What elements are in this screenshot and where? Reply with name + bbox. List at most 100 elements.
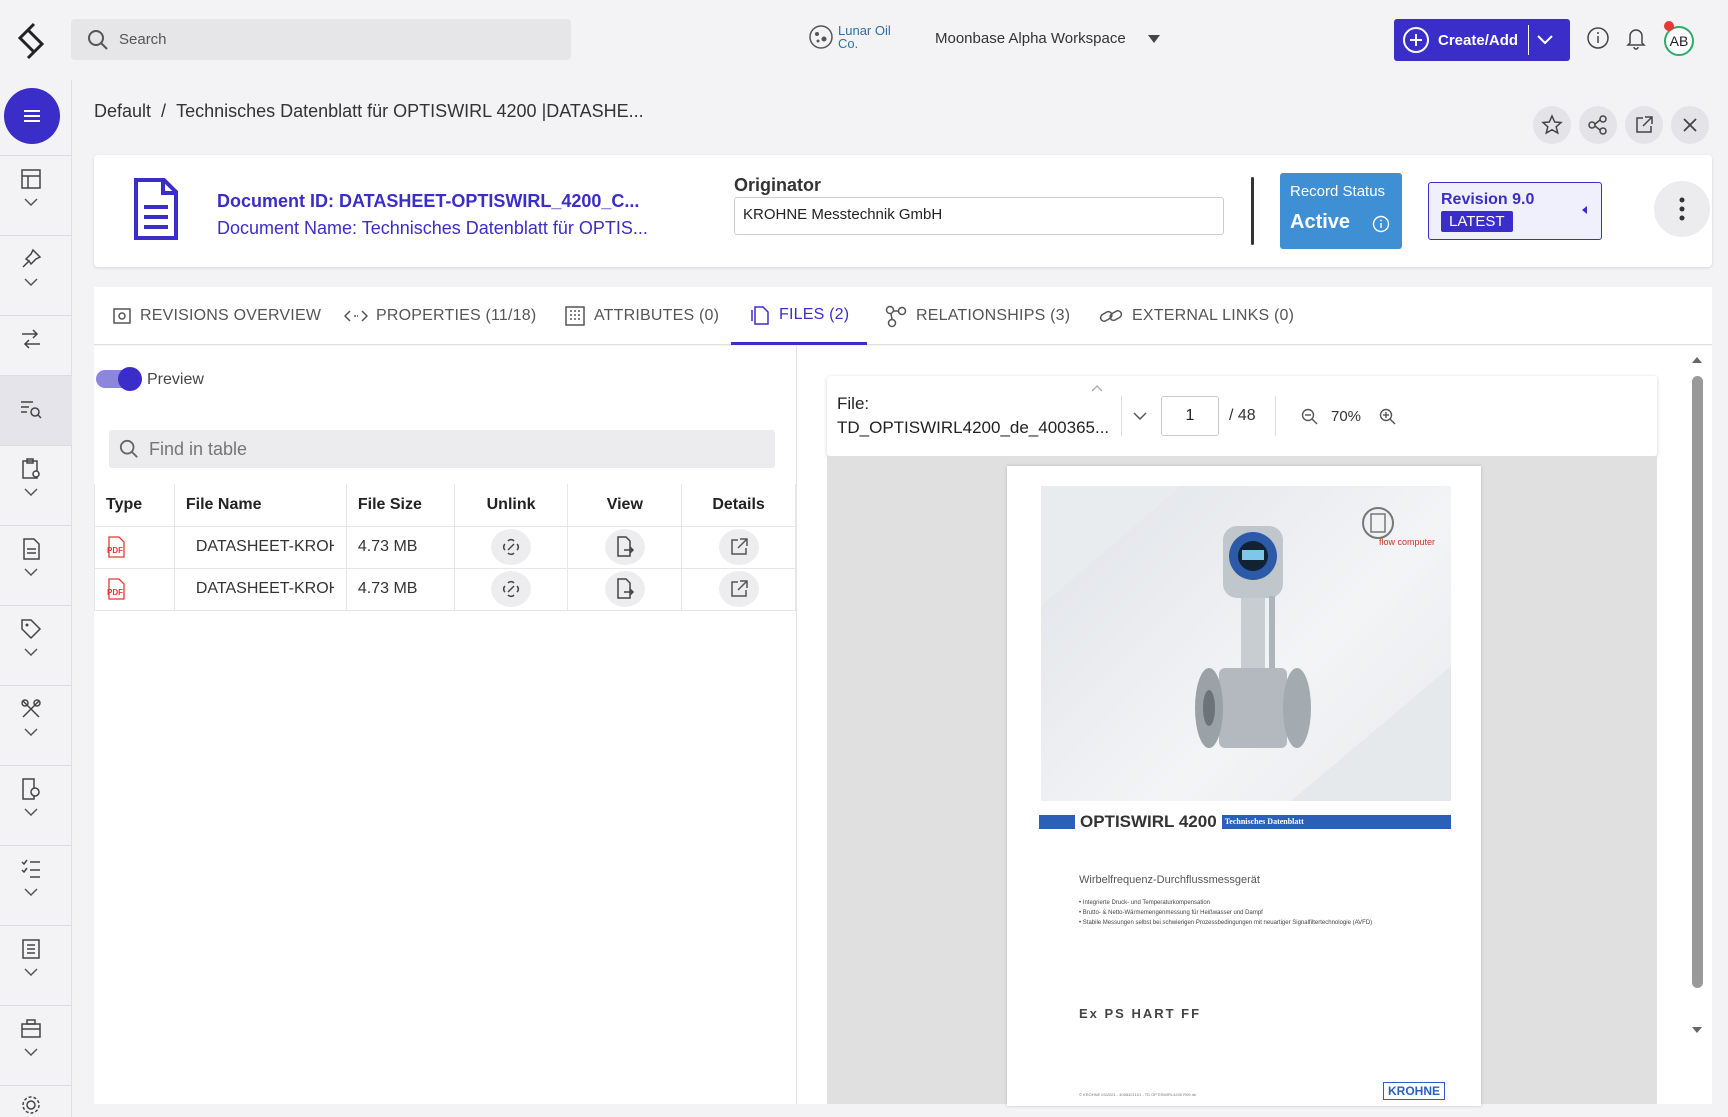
global-search[interactable]: Search [71,19,571,60]
workspace-selector[interactable]: Moonbase Alpha Workspace [935,30,1160,47]
details-button[interactable] [718,571,759,607]
zoom-level: 70% [1331,408,1362,425]
share-button[interactable] [1579,106,1617,144]
bell-icon[interactable] [1624,26,1648,50]
revision-label: Revision 9.0 [1441,191,1535,208]
nav-inventory[interactable] [0,1005,72,1085]
tab-label: EXTERNAL LINKS (0) [1132,307,1295,324]
find-input[interactable] [149,438,709,460]
tab-external-links[interactable]: EXTERNAL LINKS (0) [1098,287,1294,345]
unlink-cell [453,525,569,569]
create-add-label: Create/Add [1438,31,1519,49]
pdf-canvas[interactable]: flow computer OPTISWIRL 4200 Technisches… [827,456,1657,1106]
divider [1121,396,1122,436]
document-icon [134,178,178,240]
app-logo-icon[interactable] [14,20,50,60]
find-in-table[interactable] [109,430,775,468]
page-number-input[interactable]: 1 [1161,396,1219,436]
nav-settings[interactable] [0,1085,72,1117]
column-header-file-name[interactable]: File Name [173,484,347,527]
revisions-icon [113,308,131,324]
nav-workflow[interactable] [0,315,72,375]
nav-reports[interactable] [0,765,72,845]
pdf-title-banner: OPTISWIRL 4200 Technisches Datenblatt [1039,812,1451,831]
pdf-icon: PDF [107,536,125,558]
pdf-banner-label: Technisches Datenblatt [1221,815,1451,829]
nav-tools[interactable] [0,685,72,765]
column-header-type[interactable]: Type [94,484,175,527]
unlink-button[interactable] [491,529,532,565]
nav-pinned[interactable] [0,235,72,315]
chevron-down-icon [24,648,38,656]
tab-properties[interactable]: PROPERTIES (11/18) [344,287,536,345]
column-header-file-size[interactable]: File Size [345,484,455,527]
originator-field[interactable]: KROHNE Messtechnik GmbH [734,197,1224,235]
zoom-out-icon[interactable] [1301,408,1319,426]
caret-down-icon [1147,34,1160,43]
tab-label: REVISIONS OVERVIEW [140,307,322,324]
svg-text:PDF: PDF [107,546,123,555]
breadcrumb-root[interactable]: Default [94,101,151,122]
nav-tasks[interactable] [0,445,72,525]
menu-button[interactable] [4,88,60,144]
workspace-label: Moonbase Alpha Workspace [935,30,1126,47]
nav-dashboard[interactable] [0,155,72,235]
chevron-down-icon[interactable] [1537,35,1553,45]
unlink-button[interactable] [491,571,532,607]
tab-relationships[interactable]: RELATIONSHIPS (3) [884,287,1070,345]
breadcrumb-separator: / [161,101,167,121]
nav-search[interactable] [0,375,72,445]
viewer-toolbar: File: TD_OPTISWIRL4200_de_400365... 1 / … [827,376,1657,456]
document-icon [23,538,40,560]
toggle-knob [118,367,142,391]
pin-icon [22,248,42,268]
nav-tags[interactable] [0,605,72,685]
view-button[interactable] [604,571,645,607]
tab-label: FILES (2) [779,305,850,323]
create-add-button[interactable]: Create/Add [1394,19,1570,61]
chevron-down-icon [24,278,38,286]
avatar-initials: AB [1669,33,1689,49]
clipboard-gear-icon [22,458,40,479]
files-table: Type File Name File Size Unlink View Det… [94,484,796,611]
relationships-icon [885,305,907,328]
chevron-up-icon[interactable] [1091,384,1103,392]
user-avatar[interactable]: AB [1664,21,1694,56]
zoom-in-icon[interactable] [1379,408,1397,426]
favorite-button[interactable] [1533,106,1571,144]
preview-toggle[interactable] [96,367,142,391]
chevron-down-icon[interactable] [1133,412,1147,420]
view-button[interactable] [604,529,645,565]
divider [1251,177,1254,245]
tab-attributes[interactable]: ATTRIBUTES (0) [564,287,719,345]
revision-selector[interactable]: Revision 9.0 LATEST [1428,182,1602,240]
details-button[interactable] [718,529,759,565]
scroll-up-icon[interactable] [1691,356,1703,364]
pdf-bullet: • Brutto- & Netto-Wärmemengenmessung für… [1079,910,1263,916]
file-name: DATASHEET-KROH [195,580,334,597]
search-icon [119,439,138,458]
nav-checklists[interactable] [0,845,72,925]
nav-lists[interactable] [0,925,72,1005]
scroll-down-icon[interactable] [1691,1026,1703,1034]
close-icon [1683,118,1697,132]
tab-revisions-overview[interactable]: REVISIONS OVERVIEW [112,287,321,345]
viewer-scrollbar[interactable] [1691,356,1703,1036]
open-external-button[interactable] [1625,106,1663,144]
pdf-viewer-panel: File: TD_OPTISWIRL4200_de_400365... 1 / … [796,346,1712,1106]
tab-files[interactable]: FILES (2) [731,287,868,345]
scrollbar-thumb[interactable] [1692,376,1703,988]
info-icon[interactable] [1372,215,1390,233]
more-options-button[interactable] [1654,181,1710,237]
file-name-cell: DATASHEET-KROH [173,525,347,569]
pdf-page: flow computer OPTISWIRL 4200 Technisches… [1007,466,1481,1106]
file-size-cell: 4.73 MB [345,525,455,569]
nav-documents[interactable] [0,525,72,605]
close-button[interactable] [1671,106,1709,144]
viewer-file-name[interactable]: TD_OPTISWIRL4200_de_400365... [837,418,1109,438]
table-row[interactable]: PDF DATASHEET-KROH 4.73 MB [94,525,796,569]
plus-circle-icon [1403,27,1429,53]
info-icon[interactable] [1586,26,1610,50]
table-row[interactable]: PDF DATASHEET-KROH 4.73 MB [94,567,796,611]
file-name: DATASHEET-KROH [195,538,334,555]
